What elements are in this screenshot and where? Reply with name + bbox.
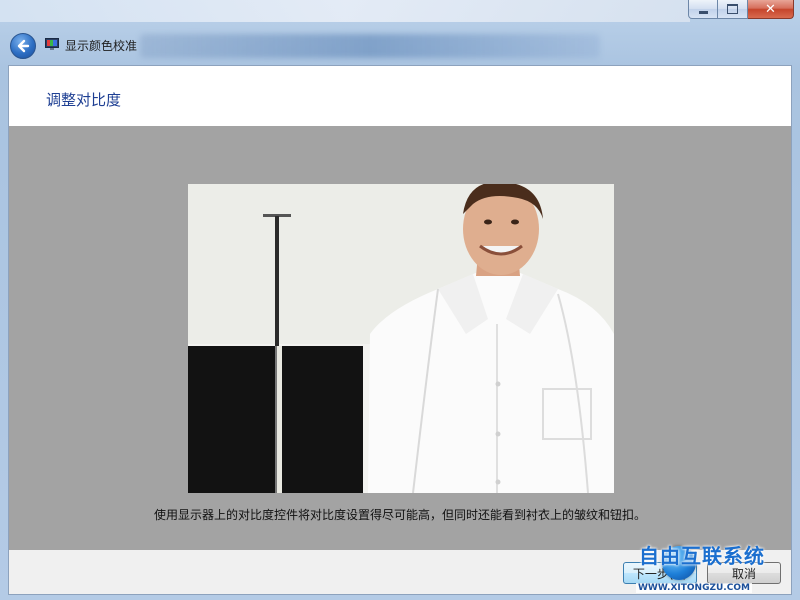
window-title: 显示颜色校准 <box>65 39 138 53</box>
wizard-header: 调整对比度 <box>9 66 791 126</box>
contrast-sample-image <box>188 184 614 493</box>
address-blur <box>140 34 600 58</box>
calibration-panel: 使用显示器上的对比度控件将对比度设置得尽可能高，但同时还能看到衬衣上的皱纹和钮扣… <box>9 126 791 550</box>
caption-buttons: ✕ <box>688 0 794 20</box>
minimize-icon <box>698 10 708 14</box>
maximize-icon <box>727 4 738 14</box>
close-button[interactable]: ✕ <box>748 0 794 19</box>
back-button[interactable] <box>10 33 36 59</box>
maximize-button[interactable] <box>718 0 748 19</box>
wizard-content: 调整对比度 使用显示器上的对比度控件将对比度设置得尽可能高，但同时还能看到衬衣上… <box>8 65 792 595</box>
monitor-color-icon <box>45 38 59 50</box>
instruction-text: 使用显示器上的对比度控件将对比度设置得尽可能高，但同时还能看到衬衣上的皱纹和钮扣… <box>153 508 646 522</box>
back-arrow-icon <box>17 39 30 53</box>
watermark-url: WWW.XITONGZU.COM <box>636 583 752 593</box>
site-watermark: 自由互联系统 WWW.XITONGZU.COM <box>636 540 800 600</box>
watermark-brand: 自由互联系统 <box>639 544 765 568</box>
minimize-button[interactable] <box>688 0 718 19</box>
window-frame: ✕ 显示颜色校准 调整对比度 使用显示器上的对比度控件将对比度设置得尽可能高，但… <box>0 0 800 600</box>
page-heading: 调整对比度 <box>46 91 122 109</box>
close-icon: ✕ <box>765 1 776 17</box>
background-blur <box>0 0 690 22</box>
sample-photo <box>188 184 614 493</box>
